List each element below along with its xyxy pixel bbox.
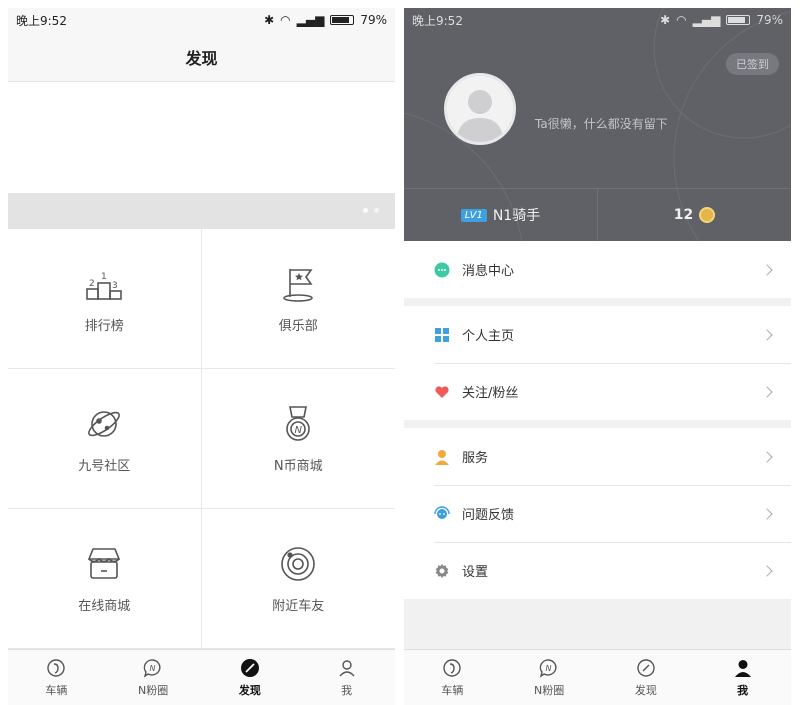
chat-bubble-n-icon: N [539,658,557,678]
svg-text:3: 3 [112,281,118,291]
tab-nfans[interactable]: N N粉圈 [501,650,598,705]
user-bio: Ta很懒，什么都没有留下 [535,117,668,131]
profile-stats: LV1 N1骑手 12 [404,188,791,241]
orbit-icon [281,547,316,581]
tab-vehicle[interactable]: 车辆 [404,650,501,705]
menu-item-service[interactable]: 服务 [404,428,791,485]
podium-icon: 1 2 3 [86,272,123,300]
wifi-icon: ◠ [280,13,291,27]
menu-group: 个人主页 关注/粉丝 [404,306,791,420]
menu-item-message-center[interactable]: 消息中心 [404,241,791,298]
heart-icon [434,384,450,400]
rank-stat[interactable]: LV1 N1骑手 [404,189,597,241]
page-title: 发现 [8,32,395,82]
discover-screen: 晚上9:52 ✱ ◠ ▂▄▆ 79% 发现 1 2 3 排行榜 俱乐部 九号社区… [8,8,395,705]
svg-text:N: N [546,664,552,673]
menu-item-homepage[interactable]: 个人主页 [404,306,791,363]
chevron-right-icon [761,385,773,398]
compass-icon [637,658,655,677]
tab-bar: 车辆 N N粉圈 发现 我 [404,649,791,705]
status-bar: 晚上9:52 ✱ ◠ ▂▄▆ 79% [8,8,395,32]
tab-vehicle[interactable]: 车辆 [8,650,105,705]
discover-grid: 1 2 3 排行榜 俱乐部 九号社区 N N币商城 在线商城 附近车友 [8,229,395,649]
menu-group: 消息中心 [404,241,791,298]
coin-icon [699,207,716,223]
carousel-dot[interactable] [374,208,379,213]
chevron-right-icon [761,450,773,463]
grid-item-ncoin-mall[interactable]: N N币商城 [201,369,395,509]
chevron-right-icon [761,263,773,276]
scooter-wheel-icon [443,658,462,677]
battery-level: 79% [360,13,387,27]
signed-in-button[interactable]: 已签到 [726,53,779,75]
tab-me[interactable]: 我 [298,650,395,705]
level-badge: LV1 [460,208,487,222]
svg-text:2: 2 [89,279,95,289]
service-person-icon [434,449,450,465]
message-icon [434,262,450,278]
planet-icon [88,411,121,437]
chat-bubble-n-icon: N [143,658,161,678]
grid-icon [434,327,450,343]
store-icon [88,548,121,579]
battery-icon [330,15,355,25]
chevron-right-icon [761,564,773,577]
compass-icon [240,658,259,677]
menu-item-feedback[interactable]: 问题反馈 [404,485,791,542]
avatar[interactable] [444,73,516,145]
person-icon [339,659,355,676]
coin-stat[interactable]: 12 [597,189,791,241]
scooter-wheel-icon [47,658,66,677]
tab-discover[interactable]: 发现 [598,650,695,705]
profile-header: 晚上9:52 ✱ ◠ ▂▄▆ 79% 已签到 Ta很懒，什么都没有留下 LV1 … [404,8,791,241]
grid-item-online-store[interactable]: 在线商城 [8,509,202,649]
bluetooth-icon: ✱ [264,13,275,27]
grid-item-leaderboard[interactable]: 1 2 3 排行榜 [8,229,202,369]
medal-icon: N [286,406,311,441]
menu-item-settings[interactable]: 设置 [404,542,791,599]
menu-group: 服务 问题反馈 设置 [404,428,791,599]
svg-text:N: N [295,425,303,436]
status-time: 晚上9:52 [16,13,67,28]
tab-discover[interactable]: 发现 [202,650,299,705]
svg-text:N: N [150,664,156,673]
grid-item-nearby-riders[interactable]: 附近车友 [201,509,395,649]
feedback-icon [434,505,450,522]
person-icon [734,659,751,677]
menu-item-follow-fans[interactable]: 关注/粉丝 [404,363,791,420]
grid-item-community[interactable]: 九号社区 [8,369,202,509]
tab-nfans[interactable]: N N粉圈 [105,650,202,705]
coin-count: 12 [673,207,694,223]
signal-icon: ▂▄▆ [296,13,325,27]
battery-icon [726,15,751,25]
star-flag-icon [283,269,314,302]
svg-text:1: 1 [101,272,107,282]
carousel-dot[interactable] [363,208,368,213]
chevron-right-icon [761,507,773,520]
chevron-right-icon [761,328,773,341]
tab-bar: 车辆 N N粉圈 发现 我 [8,649,395,705]
banner-carousel[interactable] [8,82,395,193]
grid-item-club[interactable]: 俱乐部 [201,229,395,369]
tab-me[interactable]: 我 [694,650,791,705]
banner-indicator-bar [8,193,395,229]
me-screen: 晚上9:52 ✱ ◠ ▂▄▆ 79% 已签到 Ta很懒，什么都没有留下 LV1 … [404,8,791,705]
rank-name: N1骑手 [492,208,541,224]
gear-icon [434,563,450,579]
default-avatar-icon [457,90,503,142]
